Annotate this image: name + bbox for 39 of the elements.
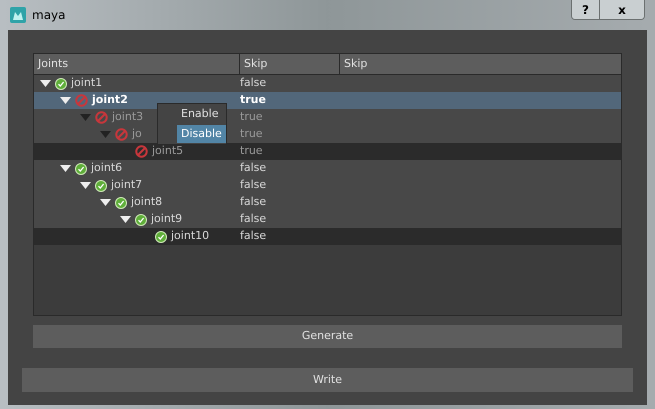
expand-triangle-icon[interactable] <box>60 96 71 104</box>
joint-name: joint10 <box>171 228 210 244</box>
tree-row[interactable]: joint10 false <box>34 228 621 245</box>
column-header[interactable]: Joints <box>34 54 240 74</box>
skip-value: false <box>240 194 268 210</box>
help-button[interactable]: ? <box>572 0 600 19</box>
joint-name: joint1 <box>71 75 102 92</box>
skip-value: false <box>240 160 268 176</box>
column-header[interactable]: Skip <box>340 54 621 74</box>
skip-value: false <box>240 75 268 92</box>
skip-value: false <box>240 177 268 194</box>
joint-name: joint8 <box>131 194 162 210</box>
joint-name: joint9 <box>151 211 182 228</box>
skip-value: false <box>240 228 268 244</box>
joint-name: joint5 <box>152 143 184 160</box>
menu-item[interactable]: Disable <box>177 125 226 143</box>
expand-triangle-icon[interactable] <box>60 164 71 172</box>
generate-button[interactable]: Generate <box>33 325 622 348</box>
tree-row[interactable]: joint2 true <box>34 92 621 109</box>
expand-triangle-icon[interactable] <box>80 182 91 190</box>
skip-value: true <box>240 143 264 160</box>
joint-name: jo <box>132 126 142 142</box>
expand-triangle-icon[interactable] <box>100 198 111 206</box>
write-button[interactable]: Write <box>22 368 633 392</box>
joint-name: joint3 <box>112 109 144 126</box>
close-button[interactable]: x <box>600 0 644 19</box>
joint-name: joint6 <box>91 160 122 176</box>
joint-name: joint7 <box>111 177 142 194</box>
joint-name: joint2 <box>92 92 128 108</box>
skip-value: true <box>240 92 267 108</box>
app-logo-icon <box>10 7 26 23</box>
expand-triangle-icon[interactable] <box>40 80 51 88</box>
skip-value: false <box>240 211 268 228</box>
column-header[interactable]: Skip <box>240 54 340 74</box>
tree-row[interactable]: joint5 true <box>34 143 621 160</box>
skip-value: true <box>240 109 264 126</box>
skip-value: true <box>240 126 264 142</box>
window-title: maya <box>32 7 66 24</box>
expand-triangle-icon[interactable] <box>120 216 131 224</box>
